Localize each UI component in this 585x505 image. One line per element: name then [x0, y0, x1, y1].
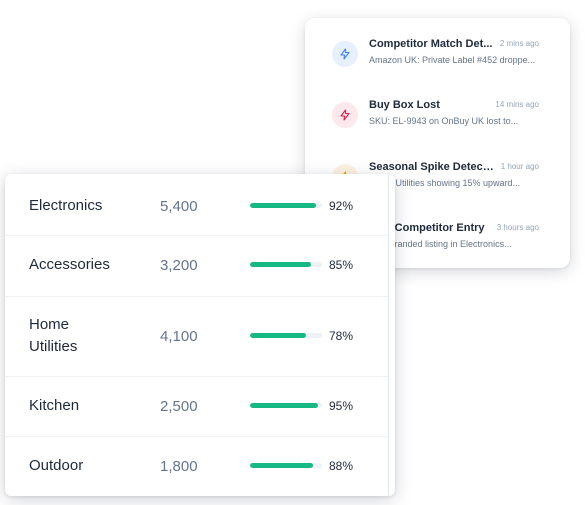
- category-name: Home Utilities: [29, 316, 78, 355]
- category-value: 3,200: [160, 257, 198, 274]
- category-percent: 78%: [329, 329, 354, 343]
- category-table: Electronics 5,400 92% Accessories 3,200 …: [5, 174, 395, 496]
- notification-time: 2 mins ago: [499, 39, 539, 48]
- category-percent: 92%: [329, 199, 354, 213]
- table-row[interactable]: Home Utilities 4,100 78%: [5, 296, 388, 377]
- notification-time: 14 mins ago: [495, 100, 539, 109]
- table-row[interactable]: Outdoor 1,800 88%: [5, 436, 388, 496]
- category-value: 5,400: [160, 198, 198, 215]
- notification-title: Seasonal Spike Detected: [369, 161, 495, 173]
- category-name: Electronics: [29, 197, 103, 214]
- category-percent: 85%: [329, 258, 354, 272]
- category-value: 2,500: [160, 398, 198, 415]
- notification-time: 1 hour ago: [500, 162, 539, 171]
- progress-bar: [250, 333, 322, 338]
- category-percent: 88%: [329, 459, 354, 473]
- table-row[interactable]: Accessories 3,200 85%: [5, 235, 388, 297]
- table-row[interactable]: Kitchen 2,500 95%: [5, 376, 388, 437]
- category-value: 4,100: [160, 328, 198, 345]
- progress-bar: [250, 463, 322, 468]
- notification-description: SKU: EL-9943 on OnBuy UK lost to...: [369, 116, 519, 126]
- category-value: 1,800: [160, 458, 198, 475]
- category-percent: 95%: [329, 399, 354, 413]
- progress-bar-fill: [250, 262, 312, 267]
- notification-item[interactable]: Competitor Match Det... 2 mins ago Amazo…: [305, 35, 570, 96]
- progress-bar: [250, 403, 322, 408]
- progress-bar-fill: [250, 403, 319, 408]
- category-name: Kitchen: [29, 397, 80, 414]
- category-name: Accessories: [29, 256, 110, 273]
- lightning-icon: [332, 41, 358, 67]
- notification-title: Buy Box Lost: [369, 99, 440, 111]
- progress-bar-fill: [250, 463, 314, 468]
- category-name: Outdoor: [29, 457, 84, 474]
- notification-item[interactable]: Buy Box Lost 14 mins ago SKU: EL-9943 on…: [305, 96, 570, 157]
- lightning-icon: [332, 102, 358, 128]
- progress-bar-fill: [250, 333, 307, 338]
- notification-description: Amazon UK: Private Label #452 droppe...: [369, 55, 536, 65]
- progress-bar: [250, 203, 322, 208]
- scrollbar-track[interactable]: [388, 174, 389, 496]
- progress-bar: [250, 262, 322, 267]
- notification-time: 3 hours ago: [496, 223, 539, 232]
- notification-title: Competitor Match Det...: [369, 38, 493, 50]
- table-row[interactable]: Electronics 5,400 92%: [5, 174, 388, 236]
- progress-bar-fill: [250, 203, 317, 208]
